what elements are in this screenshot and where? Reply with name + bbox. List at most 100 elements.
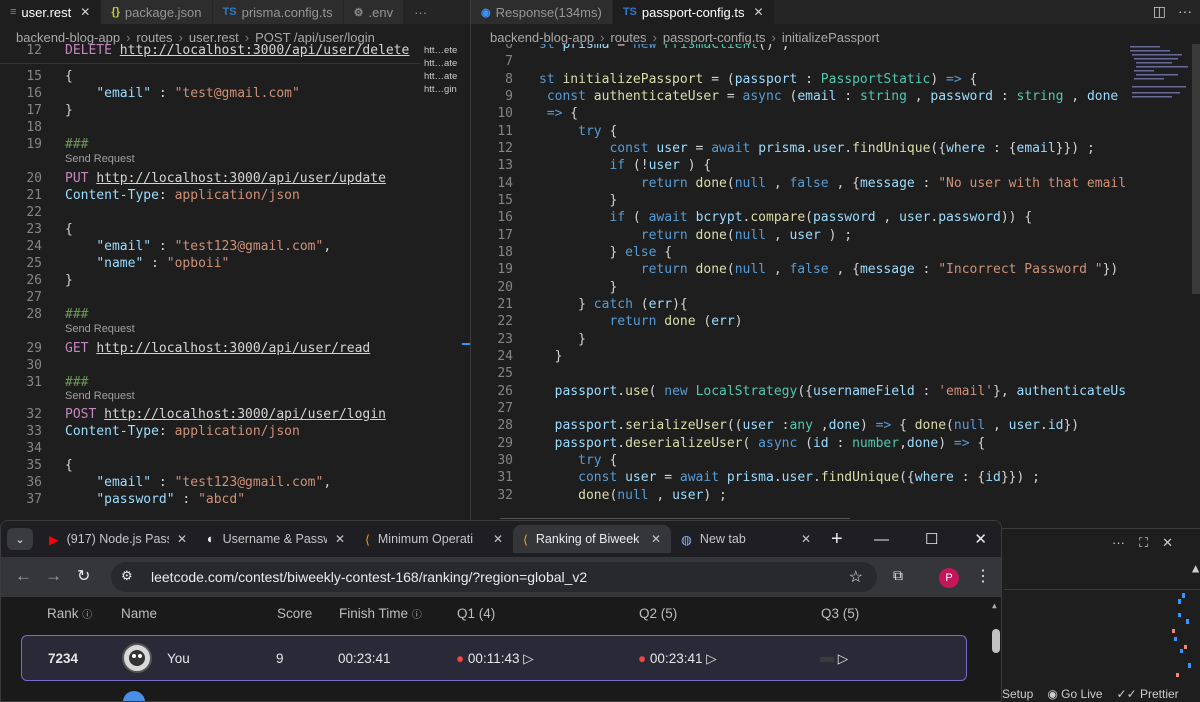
send-request-link[interactable]: Send Request bbox=[65, 323, 135, 336]
code-token: if bbox=[609, 210, 626, 225]
code-token: , bbox=[985, 418, 1009, 433]
code-token: done bbox=[695, 262, 727, 277]
line-number: 31 bbox=[497, 470, 513, 485]
minimize-icon[interactable]: — bbox=[874, 531, 889, 548]
code-line: => { bbox=[539, 105, 578, 122]
more-tabs-icon[interactable]: ··· bbox=[404, 0, 439, 24]
code-token: PassportStatic bbox=[820, 72, 931, 87]
browser-tab[interactable]: ▶ (917) Node.js Pass ✕ bbox=[39, 525, 197, 553]
maximize-icon[interactable]: ☐ bbox=[925, 530, 938, 548]
editor-tab[interactable]: TS prisma.config.ts bbox=[212, 0, 344, 24]
reload-icon[interactable]: ↻ bbox=[77, 566, 90, 586]
url-input[interactable]: ⚙ leetcode.com/contest/biweekly-contest-… bbox=[111, 562, 877, 592]
code-line: DELETE http://localhost:3000/api/user/de… bbox=[65, 44, 409, 59]
outline-item[interactable]: htt…ate bbox=[424, 70, 464, 83]
scroll-thumb[interactable] bbox=[992, 629, 1000, 653]
play-icon[interactable]: ▷ bbox=[523, 651, 533, 666]
forward-icon[interactable]: → bbox=[45, 566, 62, 586]
bookmark-star-icon[interactable]: ☆ bbox=[849, 567, 863, 587]
close-tab-icon[interactable]: ✕ bbox=[651, 532, 661, 546]
file-type-icon: TS bbox=[222, 6, 237, 18]
line-number: 36 bbox=[26, 475, 42, 490]
scroll-up-icon[interactable]: ▲ bbox=[1192, 561, 1199, 575]
code-token: "abcd" bbox=[198, 492, 246, 507]
site-info-icon[interactable]: ⚙ bbox=[121, 568, 133, 584]
breadcrumb-item[interactable]: passport-config.ts bbox=[663, 30, 766, 45]
new-tab-button[interactable]: + bbox=[831, 528, 843, 551]
close-window-icon[interactable]: ✕ bbox=[974, 530, 987, 548]
left-code-area[interactable]: 12 DELETE http://localhost:3000/api/user/… bbox=[0, 44, 420, 520]
minimap[interactable] bbox=[1128, 44, 1190, 114]
outline-item[interactable]: htt…ate bbox=[424, 57, 464, 70]
editor-tab[interactable]: ◉ Response(134ms) bbox=[471, 0, 613, 24]
profile-avatar[interactable]: P bbox=[939, 568, 959, 588]
extensions-icon[interactable]: ⧉ bbox=[893, 567, 903, 584]
browser-tab[interactable]: ⟨ Ranking of Biweek ✕ bbox=[513, 525, 671, 553]
page-scrollbar[interactable]: ▲ bbox=[991, 601, 1001, 701]
code-token: (( bbox=[726, 418, 743, 433]
outline-item[interactable]: htt…ete bbox=[424, 44, 464, 57]
split-editor-icon[interactable]: ◫ bbox=[1153, 3, 1166, 20]
breadcrumb-item[interactable]: POST /api/user/login bbox=[255, 30, 375, 45]
code-token: done bbox=[664, 314, 696, 329]
code-line: done(null , user) ; bbox=[539, 487, 727, 504]
close-panel-icon[interactable]: ✕ bbox=[1162, 535, 1173, 551]
close-tab-icon[interactable]: ✕ bbox=[335, 532, 345, 546]
maximize-panel-icon[interactable]: ⛶ bbox=[1139, 535, 1148, 551]
code-token: return bbox=[640, 228, 696, 243]
code-token: ) bbox=[938, 436, 954, 451]
status-go-live[interactable]: ◉ Go Live bbox=[1047, 687, 1102, 701]
editor-tab[interactable]: TS passport-config.ts ✕ bbox=[612, 0, 775, 24]
outline-item[interactable]: htt…gin bbox=[424, 83, 464, 96]
avatar[interactable] bbox=[122, 643, 152, 673]
table-row[interactable]: 7234 You 9 00:23:41 ● 00:11:43 ▷ ● 00:23… bbox=[21, 635, 967, 681]
code-line: } bbox=[539, 279, 617, 296]
right-scrollbar[interactable] bbox=[1192, 44, 1200, 294]
breadcrumb-item[interactable]: routes bbox=[610, 30, 646, 45]
tab-search-icon[interactable]: ⌄ bbox=[7, 528, 33, 550]
code-token: )) { bbox=[1000, 210, 1033, 225]
right-code-area[interactable]: 6st prisma = new PrismaClient() ; 7 8st in… bbox=[471, 44, 1126, 520]
breadcrumb-item[interactable]: user.rest bbox=[189, 30, 239, 45]
play-icon[interactable]: ▷ bbox=[838, 651, 848, 666]
breadcrumb-item[interactable]: backend-blog-app bbox=[490, 30, 594, 45]
close-tab-icon[interactable]: ✕ bbox=[754, 5, 764, 19]
editor-tab[interactable]: ≡ user.rest ✕ bbox=[0, 0, 102, 24]
editor-tab[interactable]: {} package.json bbox=[101, 0, 213, 24]
code-token: ) ; bbox=[820, 228, 853, 243]
status-prettier[interactable]: ✓✓ Prettier bbox=[1117, 687, 1179, 701]
send-request-link[interactable]: Send Request bbox=[65, 153, 135, 166]
code-token: passport bbox=[554, 384, 618, 399]
code-token: http://localhost:3000/api/user/login bbox=[104, 407, 386, 422]
close-tab-icon[interactable]: ✕ bbox=[80, 5, 90, 19]
breadcrumb-item[interactable]: initializePassport bbox=[782, 30, 880, 45]
tab-label: Response(134ms) bbox=[495, 4, 602, 20]
browser-tab[interactable]: ⟨ Minimum Operati ✕ bbox=[355, 525, 513, 553]
status-setup[interactable]: Setup bbox=[1002, 687, 1033, 701]
more-actions-icon[interactable]: ··· bbox=[1178, 3, 1192, 20]
breadcrumb-item[interactable]: backend-blog-app bbox=[16, 30, 120, 45]
breadcrumb-item[interactable]: routes bbox=[136, 30, 172, 45]
code-token: . bbox=[805, 141, 813, 156]
code-token: } bbox=[539, 349, 563, 364]
play-icon[interactable]: ▷ bbox=[706, 651, 716, 666]
code-token: PUT bbox=[65, 171, 97, 186]
back-icon[interactable]: ← bbox=[15, 566, 32, 586]
editor-tab[interactable]: ⚙ .env bbox=[343, 0, 405, 24]
code-token: GET bbox=[65, 341, 97, 356]
broadcast-icon: ◉ bbox=[1047, 687, 1062, 701]
panel-more-icon[interactable]: ··· bbox=[1112, 535, 1125, 551]
browser-menu-icon[interactable]: ⋮ bbox=[975, 566, 991, 586]
row-name[interactable]: You bbox=[167, 651, 190, 666]
browser-tab[interactable]: ◐ Username & Passw ✕ bbox=[197, 525, 355, 553]
close-tab-icon[interactable]: ✕ bbox=[801, 532, 811, 546]
close-tab-icon[interactable]: ✕ bbox=[177, 532, 187, 546]
code-token: = bbox=[656, 470, 680, 485]
code-token: http://localhost:3000/api/user/update bbox=[96, 171, 386, 186]
line-number: 37 bbox=[26, 492, 42, 507]
close-tab-icon[interactable]: ✕ bbox=[493, 532, 503, 546]
scroll-up-arrow[interactable]: ▲ bbox=[992, 601, 997, 610]
browser-tab[interactable]: ◍ New tab ✕ bbox=[671, 525, 821, 553]
send-request-link[interactable]: Send Request bbox=[65, 390, 135, 403]
